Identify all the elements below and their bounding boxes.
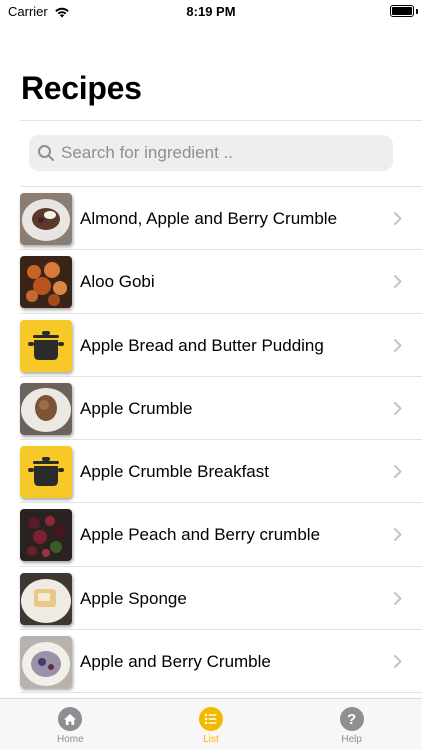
page-title: Recipes	[21, 70, 142, 106]
recipe-photo	[20, 382, 72, 435]
chevron-right-icon	[394, 528, 402, 542]
chevron-right-icon	[394, 654, 402, 668]
tab-bar: Home List ? Help	[0, 698, 422, 750]
search-icon	[37, 144, 55, 162]
recipe-row[interactable]: Apple Sponge	[0, 567, 422, 631]
recipe-row[interactable]: Aloo Gobi	[0, 250, 422, 314]
battery-tip	[416, 9, 418, 14]
recipe-name: Apple and Berry Crumble	[80, 651, 271, 671]
list-icon	[198, 707, 223, 731]
tab-help[interactable]: ? Help	[281, 699, 422, 750]
recipe-row[interactable]: Apple Bread and Butter Pudding	[0, 314, 422, 378]
recipe-photo	[20, 193, 72, 245]
recipe-photo	[20, 256, 72, 309]
chevron-right-icon	[394, 401, 402, 415]
recipe-name: Apple Peach and Berry crumble	[80, 525, 321, 545]
search-input[interactable]	[61, 143, 381, 163]
tab-list[interactable]: List	[141, 699, 282, 750]
recipe-row[interactable]: Apple and Berry Crumble	[0, 630, 422, 694]
recipe-name: Apple Bread and Butter Pudding	[80, 335, 324, 355]
tab-home[interactable]: Home	[0, 699, 141, 750]
chevron-right-icon	[394, 275, 402, 289]
divider	[20, 120, 422, 121]
recipe-row[interactable]: Apple Crumble	[0, 377, 422, 441]
chevron-right-icon	[394, 591, 402, 605]
recipe-photo	[20, 572, 72, 625]
tab-label: Home	[56, 734, 84, 745]
recipe-row[interactable]: Apple Peach and Berry crumble	[0, 503, 422, 567]
search-bar[interactable]	[29, 135, 393, 171]
status-time: 8:19 PM	[186, 4, 236, 19]
recipe-name: Aloo Gobi	[80, 272, 155, 292]
chevron-right-icon	[394, 212, 402, 225]
chevron-right-icon	[394, 465, 402, 478]
status-bar: Carrier 8:19 PM	[0, 0, 422, 24]
tab-label: Help	[341, 734, 362, 745]
recipe-name: Apple Sponge	[80, 588, 187, 608]
house-icon	[58, 707, 83, 731]
recipe-photo	[20, 635, 72, 688]
tab-label: List	[203, 734, 219, 745]
recipe-list: Almond, Apple and Berry Crumble Aloo Gob…	[0, 187, 422, 698]
question-icon: ?	[339, 707, 364, 731]
battery-icon	[390, 5, 414, 17]
recipe-row[interactable]: Apple Crumble Breakfast	[0, 440, 422, 504]
cooking-pot-icon	[20, 319, 72, 372]
recipe-name: Almond, Apple and Berry Crumble	[80, 209, 338, 228]
recipe-row[interactable]: Almond, Apple and Berry Crumble	[0, 187, 422, 251]
cooking-pot-icon	[20, 446, 72, 498]
chevron-right-icon	[394, 338, 402, 352]
recipe-name: Apple Crumble	[80, 398, 193, 418]
recipe-name: Apple Crumble Breakfast	[80, 462, 269, 481]
recipe-photo	[20, 509, 72, 562]
